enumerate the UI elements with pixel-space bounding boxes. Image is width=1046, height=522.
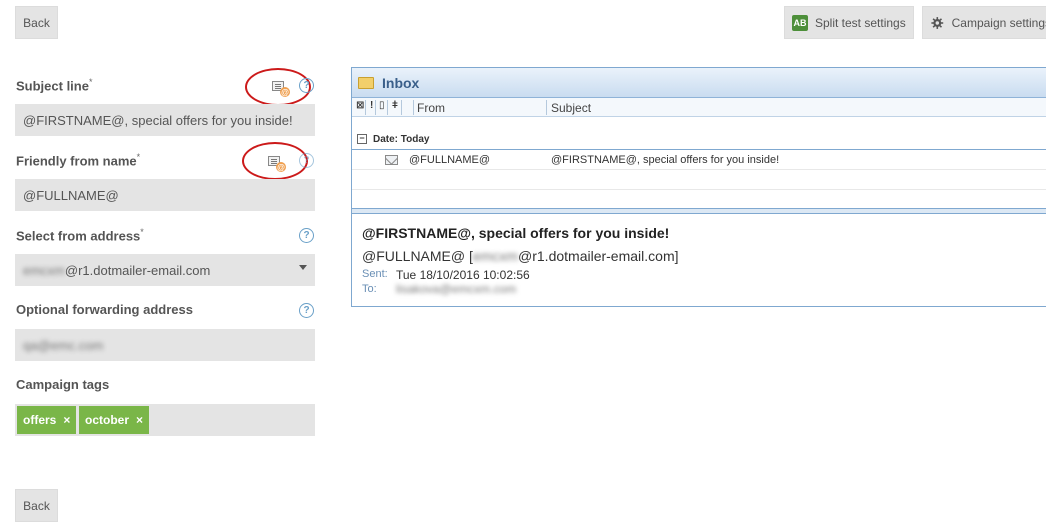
- folder-icon: [358, 76, 374, 89]
- message-subject: @FIRSTNAME@, special offers for you insi…: [551, 154, 780, 166]
- from-address-label: Select from address*: [16, 227, 144, 244]
- tag-label: october: [85, 413, 130, 427]
- icon-column-icon: ⊠: [356, 100, 365, 111]
- collapse-icon: −: [357, 134, 367, 144]
- reading-pane-subject: @FIRSTNAME@, special offers for you insi…: [362, 225, 670, 241]
- subject-line-label: Subject line*: [16, 77, 93, 94]
- chevron-down-icon: [299, 265, 307, 270]
- reading-pane-from-name: @FULLNAME@: [362, 248, 466, 264]
- from-address-local-part: emcxm: [23, 262, 65, 278]
- flag-column-icon: ▯: [379, 100, 385, 111]
- remove-tag-icon[interactable]: ×: [63, 413, 70, 427]
- help-icon[interactable]: ?: [299, 78, 314, 93]
- remove-tag-icon[interactable]: ×: [136, 413, 143, 427]
- split-test-settings-button[interactable]: AB Split test settings: [784, 6, 914, 39]
- importance-column-icon: !: [370, 100, 374, 111]
- friendly-from-name-input[interactable]: @FULLNAME@: [15, 179, 315, 211]
- to-label: To:: [362, 283, 377, 295]
- help-icon[interactable]: ?: [299, 303, 314, 318]
- message-row: @FULLNAME@ @FIRSTNAME@, special offers f…: [352, 151, 1046, 170]
- help-icon[interactable]: ?: [299, 228, 314, 243]
- tag-chip: offers ×: [17, 406, 77, 434]
- campaign-tags-label: Campaign tags: [16, 377, 110, 392]
- envelope-icon: [385, 155, 398, 165]
- reading-pane-from-domain: @r1.dotmailer-email.com]: [518, 248, 679, 264]
- forwarding-address-value: qa@emc.com: [23, 337, 104, 353]
- forwarding-address-input[interactable]: qa@emc.com: [15, 329, 315, 361]
- attachment-column-icon: ǂ: [392, 100, 398, 111]
- from-address-select[interactable]: emcxm @r1.dotmailer-email.com: [15, 254, 315, 286]
- subject-line-input[interactable]: @FIRSTNAME@, special offers for you insi…: [15, 104, 315, 136]
- list-divider: [352, 208, 1046, 214]
- reading-pane-from-local-part: emcxm: [472, 248, 519, 264]
- friendly-from-name-label: Friendly from name*: [16, 152, 141, 169]
- column-subject: Subject: [551, 101, 592, 115]
- tag-label: offers: [23, 413, 57, 427]
- sent-label: Sent:: [362, 268, 388, 280]
- split-test-ab-icon: AB: [792, 14, 808, 31]
- inbox-title: Inbox: [382, 74, 420, 91]
- campaign-settings-label: Campaign settings: [951, 15, 1046, 30]
- column-from: From: [417, 101, 445, 115]
- help-icon[interactable]: ?: [299, 153, 314, 168]
- date-group-label: Date: Today: [373, 134, 430, 145]
- email-preview: Inbox ⊠ ! ▯ ǂ From Subject − Date: Today…: [351, 67, 1046, 307]
- reading-pane-from: @FULLNAME@ [emcxm@r1.dotmailer-email.com…: [362, 248, 679, 264]
- tag-chip: october ×: [79, 406, 150, 434]
- empty-row: [352, 171, 1046, 190]
- sent-value: Tue 18/10/2016 10:02:56: [396, 268, 530, 282]
- gear-icon: [931, 16, 944, 29]
- message-from: @FULLNAME@: [409, 154, 491, 166]
- campaign-settings-button[interactable]: Campaign settings: [922, 6, 1046, 39]
- column-header: ⊠ ! ▯ ǂ From Subject: [352, 98, 1046, 117]
- to-value: lisakova@emcxm.com: [396, 282, 517, 296]
- date-group-row: − Date: Today: [352, 130, 1046, 150]
- from-address-domain: @r1.dotmailer-email.com: [64, 262, 211, 278]
- back-button[interactable]: Back: [15, 489, 58, 522]
- back-button[interactable]: Back: [15, 6, 58, 39]
- forwarding-address-label: Optional forwarding address: [16, 302, 193, 317]
- split-test-settings-label: Split test settings: [815, 15, 906, 30]
- inbox-header: Inbox: [352, 68, 1046, 98]
